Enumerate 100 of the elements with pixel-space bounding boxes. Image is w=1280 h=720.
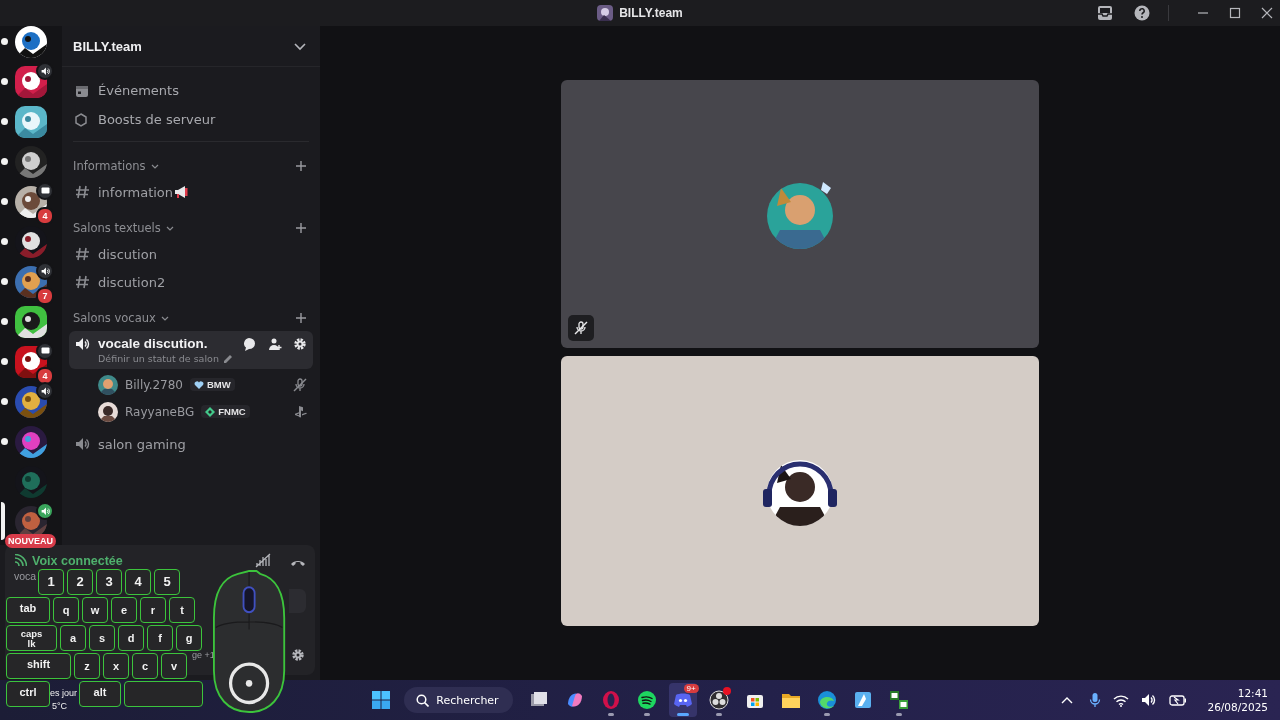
mention-count: 4 [36,367,54,385]
category-header[interactable]: Informations [73,159,146,173]
tile-grid-icon [888,690,909,710]
hash-icon [75,185,90,199]
wifi-icon[interactable] [1113,693,1130,707]
keyboard-key: e [111,597,137,623]
chevron-icon [160,314,169,322]
keyboard-key: t [169,597,195,623]
keyboard-key: 5 [154,569,180,595]
inbox-icon[interactable] [1097,5,1113,21]
chevron-icon [150,162,159,170]
channel-name: voca [14,570,37,582]
tag-label: BMW [207,379,231,390]
speaker-icon [40,266,50,276]
chevron-icon [165,224,174,232]
keyboard-key: v [161,653,187,679]
speaker-icon [40,506,50,516]
keyboard-key: q [53,597,79,623]
channel-name: vocale discution. [98,336,208,351]
ring-icon [600,690,621,710]
channel-name: salon gaming [98,436,186,452]
clock[interactable]: 12:41 26/08/2025 [1207,686,1268,714]
search-field[interactable]: Rechercher [404,687,513,713]
keyboard-key: w [82,597,108,623]
noise-icon[interactable] [255,553,271,568]
keyboard-key: d [118,625,144,651]
channel-item[interactable]: information [69,178,313,206]
add-user-icon[interactable] [267,336,282,351]
microphone-icon[interactable] [1089,692,1102,708]
keyboard-key: z [74,653,100,679]
channel-name: discution [98,246,157,262]
search-icon [416,693,430,707]
window-title: BILLY.team [619,6,683,20]
chat-icon[interactable] [242,336,256,351]
channel-status: Définir un statut de salon [98,352,219,364]
record-icon [708,690,729,710]
calendar-icon [75,83,89,98]
channel-item[interactable]: discution [69,240,313,268]
help-icon[interactable] [1134,5,1150,21]
channel-name: information [98,184,174,200]
keyboard-key: x [103,653,129,679]
signal-icon [14,554,27,567]
pencil-icon[interactable] [222,352,233,364]
plus-icon[interactable] [296,161,306,171]
keyboard-key: 2 [67,569,93,595]
screen-icon [40,187,50,195]
music-circle-icon [636,690,657,710]
maximize-icon[interactable] [1229,7,1241,19]
weather-text: es jour [50,687,77,700]
screen-icon [40,347,50,355]
mention-count: 7 [36,287,54,305]
hash-icon [75,247,90,261]
speaker-icon [75,336,90,351]
document-icon [852,690,873,710]
settings-icon[interactable] [290,647,306,663]
keyboard-key: c [132,653,158,679]
taskbar-app[interactable]: 9+ [668,683,697,717]
mention-count: 4 [36,207,54,225]
sidebar-item[interactable]: Événements [69,76,313,105]
video-tile[interactable] [561,356,1039,626]
channel-item[interactable]: vocale discution. Définir un statut de salon [69,331,313,369]
plus-icon[interactable] [296,313,306,323]
video-tile[interactable] [561,80,1039,348]
hash-icon [75,275,90,289]
tag-label: FNMC [218,406,246,417]
settings-icon[interactable] [293,336,307,351]
channel-item[interactable]: salon gaming [69,430,313,458]
mic-off-icon [574,321,588,335]
connection-status: Voix connectée [32,553,123,568]
member-name[interactable]: RayyaneBG [125,404,195,419]
keyboard-key: caps lk [6,625,57,651]
keyboard-key: 4 [125,569,151,595]
keyboard-key: 1 [38,569,64,595]
keyboard-key: a [60,625,86,651]
battery-icon[interactable] [1169,694,1188,706]
caret-icon[interactable] [1061,696,1074,704]
channel-item[interactable]: discution2 [69,268,313,296]
temperature: 5°C [51,700,69,713]
plus-icon[interactable] [296,223,306,233]
wave-circle-icon [816,690,837,710]
shield-icon [75,112,89,127]
category-header[interactable]: Salons vocaux [73,311,156,325]
category-header[interactable]: Salons textuels [73,221,161,235]
speaker-icon [40,66,50,76]
keyboard-key: r [140,597,166,623]
channel-name: discution2 [98,274,166,290]
keyboard-key: g [176,625,202,651]
server-name: BILLY.team [73,38,142,54]
sidebar-item[interactable]: Boosts de serveur [69,105,313,134]
volume-icon[interactable] [1141,693,1158,707]
new-tag: NOUVEAU [5,534,56,548]
keyboard-key: s [89,625,115,651]
speaker-icon [75,437,90,451]
keyboard-key: ctrl [6,681,50,707]
keyboard-key: tab [6,597,50,623]
chevron-icon [293,40,307,52]
close-icon[interactable] [1261,7,1273,19]
keyboard-key: shift [6,653,71,679]
keyboard-key: 3 [96,569,122,595]
member-name[interactable]: Billy.2780 [125,377,183,392]
